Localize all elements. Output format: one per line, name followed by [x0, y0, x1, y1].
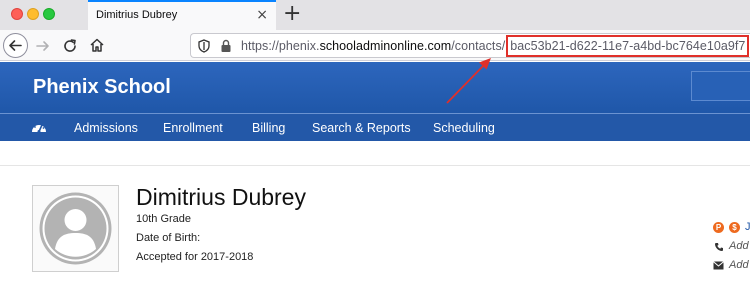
url-text: https://phenix.schooladminonline.com/con…: [241, 35, 750, 57]
tab-title: Dimitrius Dubrey: [96, 9, 178, 21]
student-grade: 10th Grade: [136, 213, 192, 225]
new-tab-button[interactable]: +: [283, 2, 301, 26]
add-phone-link[interactable]: Add: [729, 240, 749, 252]
avatar[interactable]: [32, 185, 119, 272]
add-email-link[interactable]: Add: [729, 259, 749, 271]
tab-close-icon[interactable]: ×: [256, 7, 268, 23]
close-window-button[interactable]: [11, 8, 23, 20]
student-name: Dimitrius Dubrey: [136, 184, 306, 210]
tracking-shield-icon[interactable]: [197, 39, 211, 53]
email-icon: [713, 261, 724, 270]
header-search-box[interactable]: [691, 71, 750, 101]
menu-search-reports[interactable]: Search & Reports: [312, 121, 411, 135]
navigation-bar: https://phenix.schooladminonline.com/con…: [0, 30, 750, 61]
date-of-birth-label: Date of Birth:: [136, 232, 201, 244]
lock-icon[interactable]: [220, 39, 232, 53]
enrollment-status: Accepted for 2017-2018: [136, 251, 254, 263]
menu-scheduling[interactable]: Scheduling: [433, 121, 495, 135]
url-path: /contacts/: [451, 39, 506, 53]
menu-billing[interactable]: Billing: [252, 121, 285, 135]
main-menu: Admissions Enrollment Billing Search & R…: [0, 113, 750, 141]
menu-enrollment[interactable]: Enrollment: [163, 121, 223, 135]
url-bar[interactable]: https://phenix.schooladminonline.com/con…: [190, 33, 750, 58]
browser-window: Dimitrius Dubrey × + https://phenix.scho…: [0, 0, 750, 292]
reload-icon[interactable]: [62, 38, 78, 54]
back-button[interactable]: [3, 33, 28, 58]
minimize-window-button[interactable]: [27, 8, 39, 20]
maximize-window-button[interactable]: [43, 8, 55, 20]
default-avatar-icon: [39, 192, 112, 265]
url-host: schooladminonline.com: [319, 39, 452, 53]
tab-strip: Dimitrius Dubrey × +: [0, 0, 750, 30]
home-icon[interactable]: [89, 37, 105, 53]
back-arrow-icon: [9, 40, 22, 51]
phone-icon: [715, 243, 723, 251]
p-coin-icon[interactable]: P: [713, 222, 724, 233]
browser-tab[interactable]: Dimitrius Dubrey ×: [88, 0, 276, 30]
school-name[interactable]: Phenix School: [33, 76, 171, 99]
url-prefix: https://phenix.: [241, 39, 320, 53]
dashboard-icon[interactable]: [31, 120, 47, 134]
forward-arrow-icon[interactable]: [34, 37, 52, 55]
dollar-coin-icon[interactable]: $: [729, 222, 740, 233]
menu-admissions[interactable]: Admissions: [74, 121, 138, 135]
content-divider: [0, 165, 750, 166]
url-contact-id-highlighted: bac53b21-d622-11e7-a4bd-bc764e10a9f7: [506, 35, 750, 57]
school-banner: Phenix School: [0, 62, 750, 113]
partial-link[interactable]: J: [745, 221, 750, 233]
